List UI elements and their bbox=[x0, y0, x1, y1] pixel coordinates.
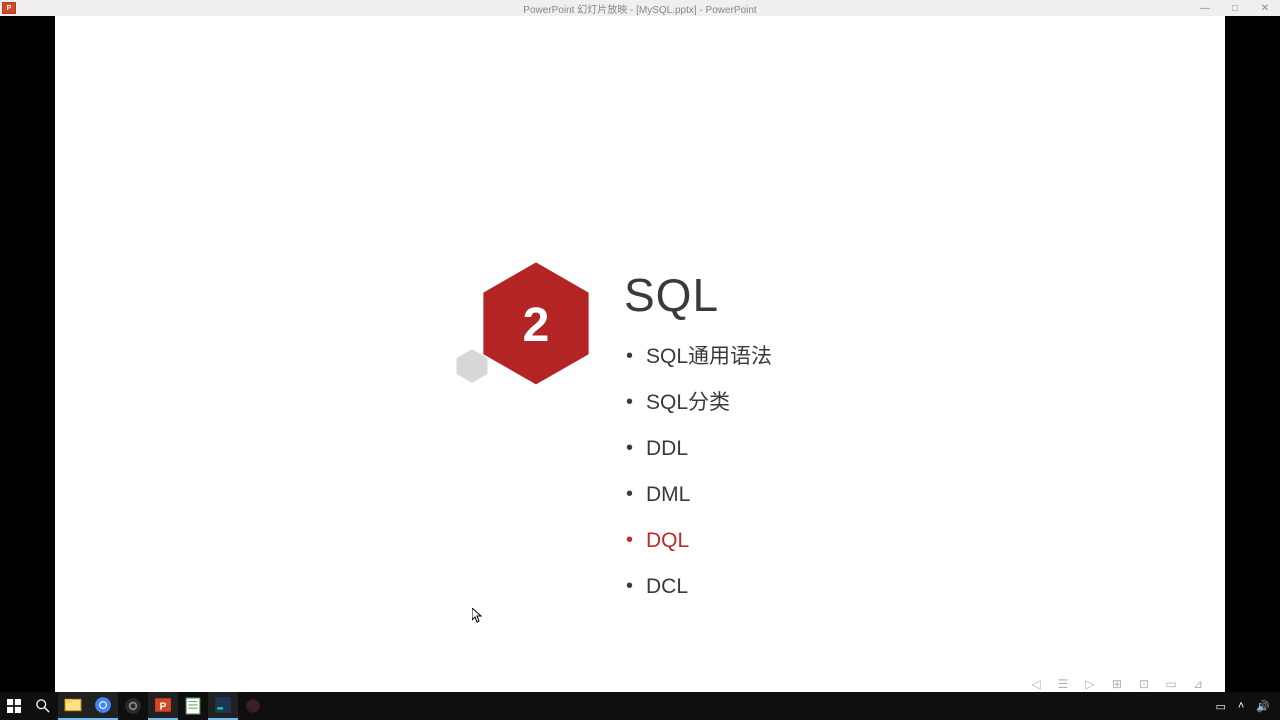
taskbar-app-ide[interactable] bbox=[208, 692, 238, 720]
list-item: DML bbox=[624, 484, 772, 505]
tray-ime-icon[interactable]: ▭ bbox=[1215, 700, 1225, 713]
taskbar: P ▭ ˄ 🔊 bbox=[0, 692, 1280, 720]
taskbar-app-chrome[interactable] bbox=[88, 692, 118, 720]
svg-text:P: P bbox=[160, 702, 167, 713]
menu-icon[interactable]: ☰ bbox=[1056, 677, 1070, 691]
search-button[interactable] bbox=[28, 692, 58, 720]
maximize-button[interactable]: □ bbox=[1220, 3, 1250, 14]
slide: 2 SQL SQL通用语法 SQL分类 DDL DML DQL DCL ◁ ☰ … bbox=[55, 16, 1225, 692]
list-item: DQL bbox=[624, 530, 772, 551]
reading-icon[interactable]: ▭ bbox=[1164, 677, 1178, 691]
taskbar-app-notepad[interactable] bbox=[178, 692, 208, 720]
tray-chevron-up-icon[interactable]: ˄ bbox=[1238, 700, 1244, 712]
start-button[interactable] bbox=[0, 692, 28, 720]
prev-slide-icon[interactable]: ◁ bbox=[1029, 677, 1043, 691]
minimize-button[interactable]: — bbox=[1190, 3, 1220, 14]
slide-content: SQL SQL通用语法 SQL分类 DDL DML DQL DCL bbox=[624, 268, 772, 622]
next-slide-icon[interactable]: ▷ bbox=[1083, 677, 1097, 691]
bullet-list: SQL通用语法 SQL分类 DDL DML DQL DCL bbox=[624, 346, 772, 597]
taskbar-app-obs[interactable] bbox=[118, 692, 148, 720]
grid-icon[interactable]: ⊡ bbox=[1137, 677, 1151, 691]
window-titlebar: P PowerPoint 幻灯片放映 - [MySQL.pptx] - Powe… bbox=[0, 0, 1280, 16]
cursor-icon bbox=[472, 608, 484, 627]
list-item: DCL bbox=[624, 576, 772, 597]
list-item: DDL bbox=[624, 438, 772, 459]
taskbar-app-file-explorer[interactable] bbox=[58, 692, 88, 720]
window-controls: — □ ✕ bbox=[1190, 3, 1280, 14]
window-title: PowerPoint 幻灯片放映 - [MySQL.pptx] - PowerP… bbox=[523, 1, 756, 16]
list-item: SQL分类 bbox=[624, 392, 772, 413]
slide-heading: SQL bbox=[624, 268, 772, 322]
section-number: 2 bbox=[523, 298, 550, 353]
list-item: SQL通用语法 bbox=[624, 346, 772, 367]
taskbar-app-generic[interactable] bbox=[238, 692, 268, 720]
taskbar-app-powerpoint[interactable]: P bbox=[148, 692, 178, 720]
section-number-hexagon: 2 bbox=[480, 259, 592, 387]
zoom-icon[interactable]: ⊿ bbox=[1191, 677, 1205, 691]
close-button[interactable]: ✕ bbox=[1250, 3, 1280, 14]
presentation-area[interactable]: 2 SQL SQL通用语法 SQL分类 DDL DML DQL DCL ◁ ☰ … bbox=[0, 16, 1280, 692]
system-tray: ▭ ˄ 🔊 bbox=[1215, 700, 1280, 713]
view-icon[interactable]: ⊞ bbox=[1110, 677, 1124, 691]
slideshow-toolbar: ◁ ☰ ▷ ⊞ ⊡ ▭ ⊿ bbox=[55, 676, 1225, 692]
tray-volume-icon[interactable]: 🔊 bbox=[1256, 700, 1270, 713]
powerpoint-app-icon: P bbox=[2, 2, 16, 14]
